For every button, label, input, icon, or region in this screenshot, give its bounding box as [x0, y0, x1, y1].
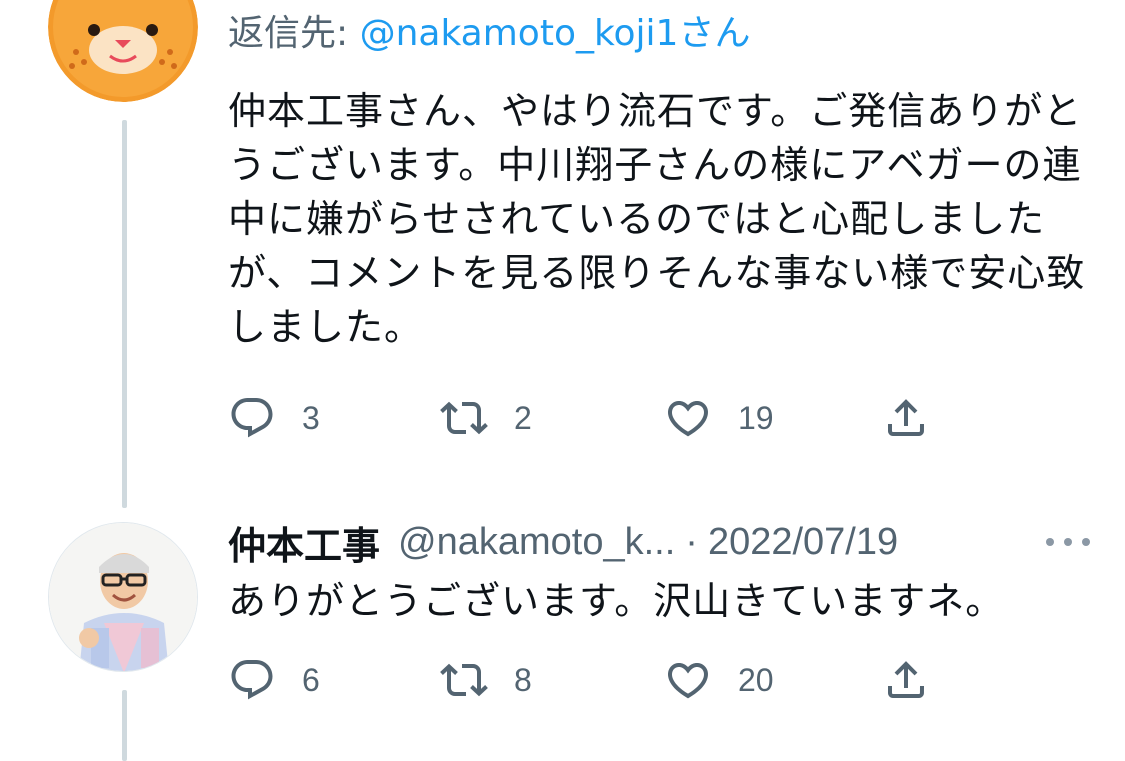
- like-button[interactable]: 19: [664, 394, 774, 442]
- share-button[interactable]: [882, 394, 930, 442]
- separator-dot: ·: [685, 520, 698, 563]
- tweet-text: 仲本工事さん、やはり流石です。ご発信ありがとうございます。中川翔子さんの様にアベ…: [228, 89, 1086, 349]
- mascot-avatar-image: [48, 0, 198, 102]
- like-count: 19: [738, 399, 774, 436]
- avatar-mascot[interactable]: [48, 0, 198, 102]
- reply-button[interactable]: 6: [228, 656, 320, 704]
- tweet-date[interactable]: 2022/07/19: [708, 521, 898, 564]
- reply-count: 6: [302, 661, 320, 698]
- reply-to-prefix: 返信先:: [228, 13, 360, 54]
- person-avatar-image: [49, 523, 197, 671]
- thread-line-top: [122, 120, 127, 508]
- retweet-icon: [440, 401, 488, 435]
- avatar-nakamoto[interactable]: [48, 522, 198, 672]
- tweet-actions-reply: 6 8 20: [228, 656, 948, 704]
- like-count: 20: [738, 661, 774, 698]
- display-name[interactable]: 仲本工事: [228, 515, 380, 570]
- reply-to-suffix: さん: [678, 13, 751, 54]
- tweet-header: 仲本工事 @nakamoto_k... · 2022/07/19: [228, 512, 1098, 572]
- tweet-actions: 3 2 19: [228, 394, 948, 442]
- user-handle[interactable]: @nakamoto_k...: [398, 521, 675, 564]
- heart-icon: [667, 663, 709, 699]
- reply-icon: [231, 398, 273, 438]
- retweet-button[interactable]: 2: [440, 394, 532, 442]
- share-icon: [888, 399, 924, 436]
- retweet-count: 2: [514, 399, 532, 436]
- share-icon: [888, 661, 924, 698]
- reply-count: 3: [302, 399, 320, 436]
- reply-icon: [231, 660, 273, 700]
- more-icon: [1046, 538, 1090, 546]
- share-button[interactable]: [882, 656, 930, 704]
- reply-to-line: 返信先: @nakamoto_koji1さん: [228, 8, 750, 60]
- thread-line-bottom: [122, 690, 127, 761]
- retweet-icon: [440, 663, 488, 697]
- heart-icon: [667, 401, 709, 437]
- like-button[interactable]: 20: [664, 656, 774, 704]
- reply-to-mention[interactable]: @nakamoto_koji1: [360, 13, 679, 54]
- more-button[interactable]: [1038, 522, 1098, 562]
- retweet-count: 8: [514, 661, 532, 698]
- tweet-text-reply: ありがとうございます。沢山きていますネ。: [228, 579, 1005, 623]
- reply-button[interactable]: 3: [228, 394, 320, 442]
- retweet-button[interactable]: 8: [440, 656, 532, 704]
